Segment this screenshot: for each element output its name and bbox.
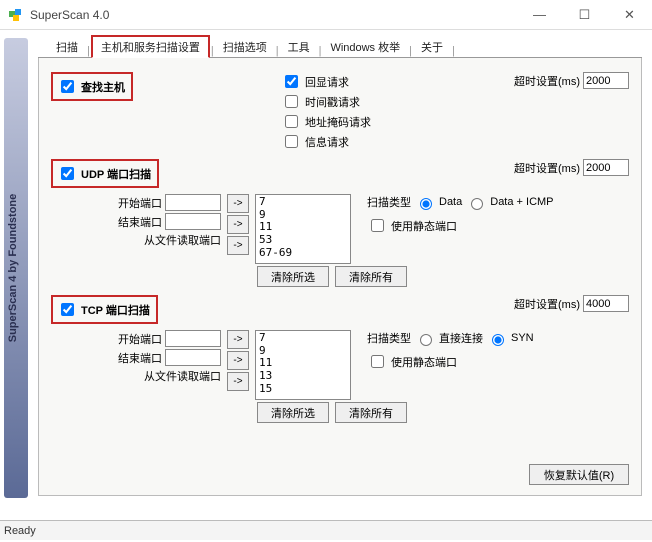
- tab-content: 查找主机 回显请求 时间戳请求 地址掩码请求 信息请求 超时设置(ms): [38, 58, 642, 496]
- find-hosts-checkbox[interactable]: [61, 80, 74, 93]
- restore-row: 恢复默认值(R): [51, 464, 629, 485]
- udp-end-port-label: 结束端口: [118, 214, 162, 230]
- app-icon: [8, 7, 24, 23]
- tcp-add-start-button[interactable]: ->: [227, 330, 249, 349]
- tcp-title: TCP 端口扫描: [81, 302, 150, 318]
- tab-win-enum[interactable]: Windows 枚举: [322, 37, 408, 57]
- tcp-end-port-label: 结束端口: [118, 350, 162, 366]
- tcp-clear-all-button[interactable]: 清除所有: [335, 402, 407, 423]
- tabstrip: 扫描 | 主机和服务扫描设置 | 扫描选项 | 工具 | Windows 枚举 …: [38, 34, 642, 58]
- find-hosts-label: 查找主机: [81, 79, 125, 95]
- tcp-add-file-button[interactable]: ->: [227, 372, 249, 391]
- udp-start-port-input[interactable]: [165, 194, 221, 211]
- udp-add-end-button[interactable]: ->: [227, 215, 249, 234]
- host-options: 回显请求 时间戳请求 地址掩码请求 信息请求: [281, 72, 371, 151]
- udp-clear-all-button[interactable]: 清除所有: [335, 266, 407, 287]
- tab-about[interactable]: 关于: [413, 37, 451, 57]
- host-timeout-label: 超时设置(ms): [514, 73, 580, 89]
- tcp-checkbox[interactable]: [61, 303, 74, 316]
- minimize-button[interactable]: —: [517, 0, 562, 30]
- tcp-scantype-direct-label: 直接连接: [439, 330, 483, 346]
- tcp-static-port-label: 使用静态端口: [391, 354, 457, 370]
- timestamp-request-label: 时间戳请求: [305, 94, 360, 110]
- window-title: SuperScan 4.0: [30, 8, 517, 22]
- udp-from-file-label: 从文件读取端口: [144, 232, 221, 248]
- titlebar: SuperScan 4.0 — ☐ ✕: [0, 0, 652, 30]
- tcp-box: TCP 端口扫描: [51, 295, 158, 324]
- find-hosts-section: 查找主机 回显请求 时间戳请求 地址掩码请求 信息请求 超时设置(ms): [51, 72, 629, 151]
- tcp-timeout: 超时设置(ms): [514, 295, 629, 312]
- find-hosts-box: 查找主机: [51, 72, 133, 101]
- udp-scantype-label: 扫描类型: [367, 194, 411, 210]
- tcp-end-port-input[interactable]: [165, 349, 221, 366]
- tcp-timeout-label: 超时设置(ms): [514, 296, 580, 312]
- udp-scantype-data-radio[interactable]: [420, 198, 432, 210]
- tcp-start-port-input[interactable]: [165, 330, 221, 347]
- tab-scan-options[interactable]: 扫描选项: [215, 37, 275, 57]
- udp-add-file-button[interactable]: ->: [227, 236, 249, 255]
- status-bar: Ready: [0, 520, 652, 540]
- host-timeout: 超时设置(ms): [514, 72, 629, 89]
- restore-defaults-button[interactable]: 恢复默认值(R): [529, 464, 629, 485]
- udp-timeout-input[interactable]: [583, 159, 629, 176]
- svg-text:SuperScan 4 by Foundstone: SuperScan 4 by Foundstone: [7, 194, 19, 343]
- tcp-from-file-label: 从文件读取端口: [144, 368, 221, 384]
- addressmask-request-label: 地址掩码请求: [305, 114, 371, 130]
- app-body: SuperScan 4 by Foundstone 扫描 | 主机和服务扫描设置…: [0, 30, 652, 520]
- udp-checkbox[interactable]: [61, 167, 74, 180]
- maximize-button[interactable]: ☐: [562, 0, 607, 30]
- main-column: 扫描 | 主机和服务扫描设置 | 扫描选项 | 工具 | Windows 枚举 …: [38, 30, 642, 496]
- info-request-checkbox[interactable]: [285, 135, 298, 148]
- echo-request-label: 回显请求: [305, 74, 349, 90]
- udp-end-port-input[interactable]: [165, 213, 221, 230]
- udp-clear-selected-button[interactable]: 清除所选: [257, 266, 329, 287]
- timestamp-request-checkbox[interactable]: [285, 95, 298, 108]
- tcp-timeout-input[interactable]: [583, 295, 629, 312]
- tcp-start-port-label: 开始端口: [118, 331, 162, 347]
- status-text: Ready: [4, 525, 36, 537]
- tab-scan[interactable]: 扫描: [48, 37, 86, 57]
- host-timeout-input[interactable]: [583, 72, 629, 89]
- udp-timeout-label: 超时设置(ms): [514, 160, 580, 176]
- udp-scantype-dataicmp-label: Data + ICMP: [490, 196, 553, 208]
- udp-static-port-checkbox[interactable]: [371, 219, 384, 232]
- udp-timeout: 超时设置(ms): [514, 159, 629, 176]
- tcp-scantype-syn-label: SYN: [511, 332, 534, 344]
- udp-section: UDP 端口扫描 超时设置(ms) 开始端口 结束端口 从文件读取端口 ->: [51, 159, 629, 287]
- tcp-static-port-checkbox[interactable]: [371, 355, 384, 368]
- udp-add-start-button[interactable]: ->: [227, 194, 249, 213]
- sidebar-banner: SuperScan 4 by Foundstone: [0, 38, 30, 520]
- addressmask-request-checkbox[interactable]: [285, 115, 298, 128]
- tcp-port-list[interactable]: 7 9 11 13 15: [255, 330, 351, 400]
- close-button[interactable]: ✕: [607, 0, 652, 30]
- tcp-scantype-direct-radio[interactable]: [420, 334, 432, 346]
- tcp-clear-selected-button[interactable]: 清除所选: [257, 402, 329, 423]
- udp-title: UDP 端口扫描: [81, 166, 151, 182]
- tcp-add-end-button[interactable]: ->: [227, 351, 249, 370]
- tcp-scantype-label: 扫描类型: [367, 330, 411, 346]
- udp-start-port-label: 开始端口: [118, 195, 162, 211]
- udp-static-port-label: 使用静态端口: [391, 218, 457, 234]
- echo-request-checkbox[interactable]: [285, 75, 298, 88]
- tcp-scantype-syn-radio[interactable]: [492, 334, 504, 346]
- tcp-section: TCP 端口扫描 超时设置(ms) 开始端口 结束端口 从文件读取端口 ->: [51, 295, 629, 423]
- tab-host-port-settings[interactable]: 主机和服务扫描设置: [91, 35, 210, 58]
- udp-scantype-dataicmp-radio[interactable]: [471, 198, 483, 210]
- info-request-label: 信息请求: [305, 134, 349, 150]
- udp-box: UDP 端口扫描: [51, 159, 159, 188]
- udp-port-list[interactable]: 7 9 11 53 67-69: [255, 194, 351, 264]
- udp-scantype-data-label: Data: [439, 196, 462, 208]
- tab-tools[interactable]: 工具: [280, 37, 318, 57]
